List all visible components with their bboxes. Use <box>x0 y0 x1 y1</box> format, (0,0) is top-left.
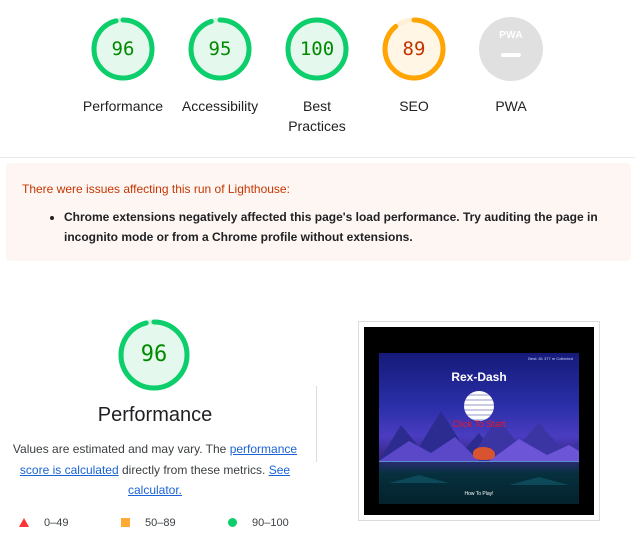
gauge-score: 96 <box>111 38 135 60</box>
performance-score: 96 <box>140 342 168 367</box>
final-screenshot[interactable]: Best: 81 377 m Collected Rex-Dash Click … <box>358 321 600 521</box>
click-to-start-text: Click To Start <box>452 419 506 429</box>
warning-banner: There were issues affecting this run of … <box>6 163 631 261</box>
pass-circle-icon <box>228 518 237 527</box>
gauge-score: 100 <box>299 38 335 60</box>
performance-description: Values are estimated and may vary. The p… <box>12 439 298 501</box>
category-scores: 96 Performance 95 Accessibility 100 Best… <box>0 0 635 158</box>
performance-section: 96 Performance Values are estimated and … <box>0 290 635 534</box>
gauge-label: SEO <box>399 98 429 114</box>
gauge-label: PWA <box>495 98 527 114</box>
legend-pass: 90–100 <box>252 517 289 529</box>
gauge-accessibility[interactable]: 95 Accessibility <box>170 16 270 116</box>
warning-list: Chrome extensions negatively affected th… <box>22 207 615 247</box>
average-square-icon <box>121 518 130 527</box>
warning-item: Chrome extensions negatively affected th… <box>64 207 615 247</box>
gauge-label: Performance <box>82 98 164 114</box>
legend-average: 50–89 <box>145 517 176 529</box>
gauge-label: Accessibility <box>181 98 259 114</box>
game-screen: Best: 81 377 m Collected Rex-Dash Click … <box>379 353 579 504</box>
legend-fail: 0–49 <box>44 517 69 529</box>
desc-middle: directly from these metrics. <box>121 462 266 477</box>
gauge-seo[interactable]: 89 SEO <box>364 16 464 116</box>
desc-prefix: Values are estimated and may vary. The <box>12 442 227 456</box>
gauge-best-practices[interactable]: 100 Best Practices <box>267 16 367 136</box>
performance-title: Performance <box>97 404 213 426</box>
moon-icon <box>464 391 494 421</box>
divider <box>316 386 317 462</box>
screenshot-frame: Best: 81 377 m Collected Rex-Dash Click … <box>364 327 594 515</box>
pwa-na-dash-icon <box>501 53 521 57</box>
gauge-label: Best Practices <box>288 98 346 134</box>
dino-icon <box>473 447 495 460</box>
game-hud: Best: 81 377 m Collected <box>528 356 573 361</box>
game-title: Rex-Dash <box>451 370 507 384</box>
pwa-badge-text: PWA <box>499 30 523 41</box>
gauge-score: 95 <box>208 38 232 60</box>
warning-title: There were issues affecting this run of … <box>22 182 290 196</box>
gauge-pwa[interactable]: PWA PWA <box>461 16 561 116</box>
gauge-performance[interactable]: 96 Performance <box>73 16 173 116</box>
gauge-score: 89 <box>402 38 426 60</box>
fail-triangle-icon <box>19 518 29 527</box>
water-line <box>379 461 579 462</box>
pwa-badge-icon <box>479 17 543 81</box>
how-to-play-text: How To Play! <box>464 491 494 497</box>
performance-gauge[interactable]: 96 <box>117 318 191 392</box>
score-legend: 0–49 50–89 90–100 <box>0 516 320 532</box>
